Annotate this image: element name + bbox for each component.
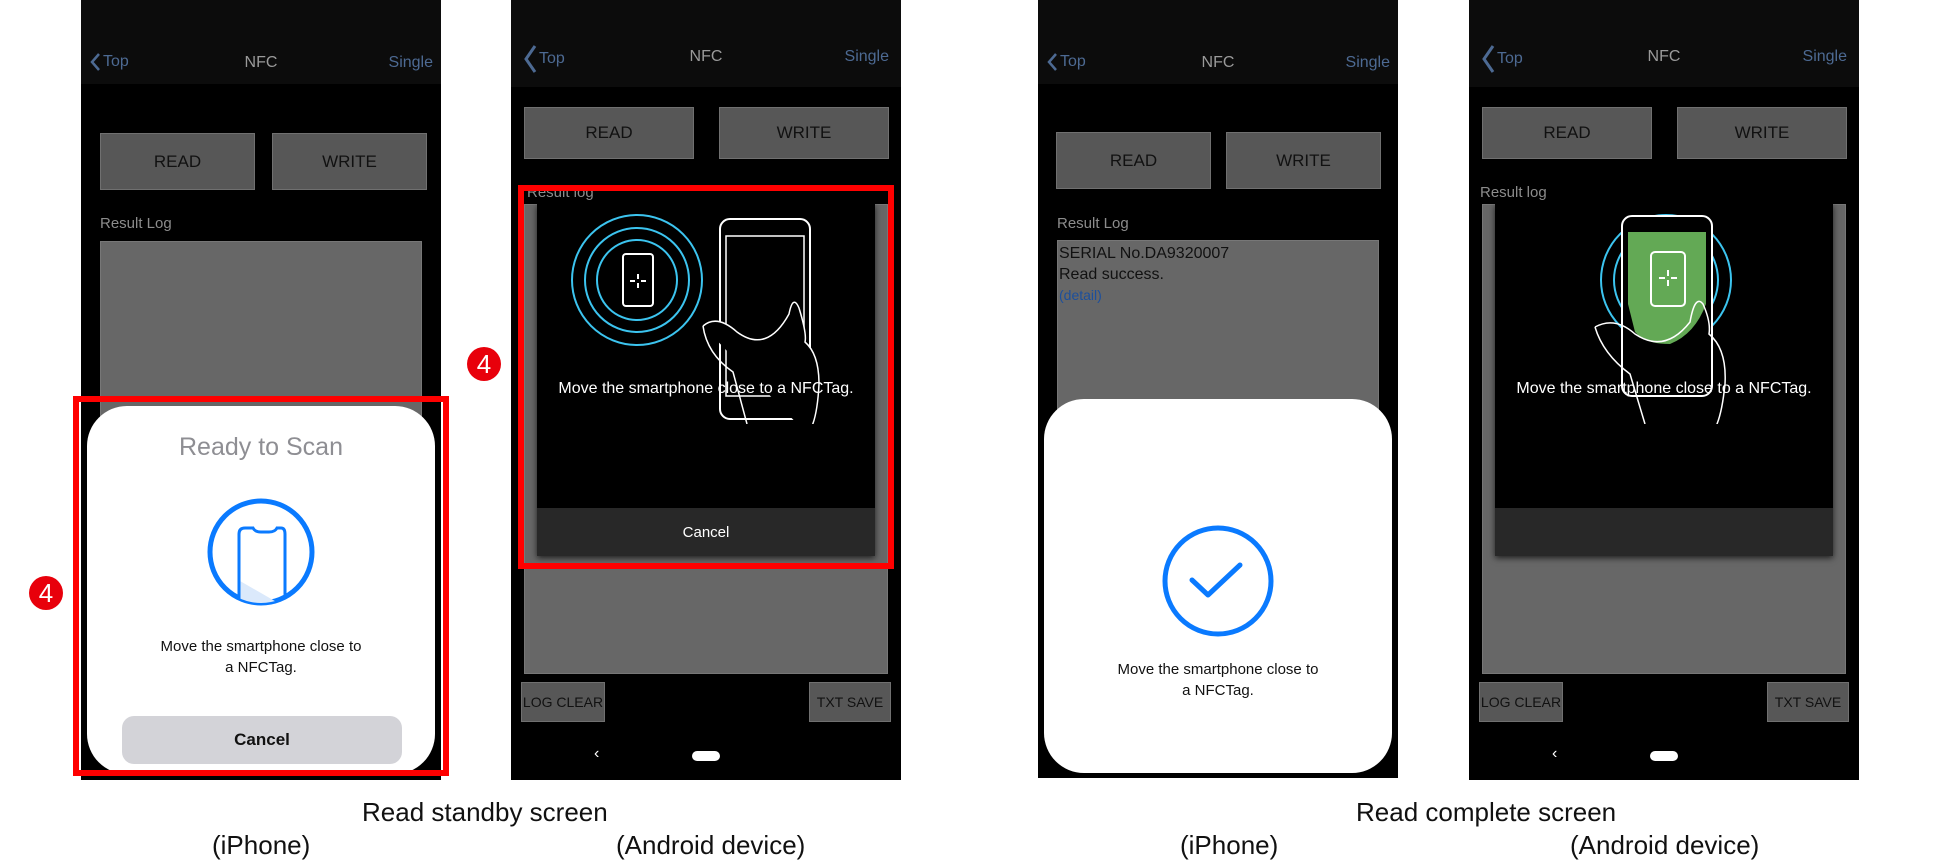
result-log-label: Result log [1480,184,1547,201]
dialog-message: Move the smartphone close to a NFCTag. [1516,380,1812,397]
mode-button[interactable]: Single [389,54,433,72]
message-line: a NFCTag. [1182,682,1254,699]
page-title: NFC [689,48,723,65]
read-button[interactable]: READ [1056,132,1211,189]
caption-android: (Android device) [1570,830,1760,860]
log-line: Read success. [1059,266,1164,283]
log-content: SERIAL No.DA9320007 Read success. (detai… [1059,243,1229,306]
step-badge: 4 [29,576,63,610]
write-button[interactable]: WRITE [272,133,427,190]
read-button[interactable]: READ [524,107,694,159]
log-clear-button[interactable]: LOG CLEAR [1479,682,1563,722]
nfc-complete-sheet: Move the smartphone close to a NFCTag. [1044,399,1392,773]
read-button[interactable]: READ [100,133,255,190]
nav-back-icon[interactable]: ‹ [1552,745,1557,763]
detail-link[interactable]: (detail) [1059,285,1229,306]
nav-header: Top NFC Single [511,0,901,87]
dialog-button-bar [1495,508,1833,556]
highlight-frame [518,185,894,569]
log-clear-button[interactable]: LOG CLEAR [521,682,605,722]
result-log-label: Result Log [1057,215,1129,232]
nav-home-icon[interactable] [692,751,720,761]
mode-button[interactable]: Single [845,48,889,66]
mode-button[interactable]: Single [1346,54,1390,72]
write-button[interactable]: WRITE [1226,132,1381,189]
android-complete-screen: Top NFC Single READ WRITE Result log Mov… [1469,0,1859,780]
message-line: Move the smartphone close to [1117,661,1319,678]
log-line: SERIAL No.DA9320007 [1059,245,1230,262]
page-title: NFC [1647,48,1681,65]
highlight-frame [73,396,449,776]
nav-header: Top NFC Single [81,0,441,84]
caption-complete: Read complete screen [1356,797,1617,827]
txt-save-button[interactable]: TXT SAVE [809,682,891,722]
nav-header: Top NFC Single [1469,0,1859,87]
txt-save-button[interactable]: TXT SAVE [1767,682,1849,722]
nav-home-icon[interactable] [1650,751,1678,761]
write-button[interactable]: WRITE [719,107,889,159]
write-button[interactable]: WRITE [1677,107,1847,159]
checkmark-circle-icon [1162,525,1274,637]
step-badge: 4 [467,347,501,381]
read-button[interactable]: READ [1482,107,1652,159]
iphone-complete-screen: Top NFC Single READ WRITE Result Log SER… [1038,0,1398,778]
caption-iphone: (iPhone) [1180,830,1279,860]
nav-back-icon[interactable]: ‹ [594,745,599,763]
sheet-message: Move the smartphone close to a NFCTag. [1044,659,1392,701]
page-title: NFC [1201,54,1235,71]
page-title: NFC [244,54,278,71]
nfc-success-dialog: Move the smartphone close to a NFCTag. [1495,204,1833,556]
caption-standby: Read standby screen [362,797,608,827]
caption-iphone: (iPhone) [212,830,311,860]
mode-button[interactable]: Single [1803,48,1847,66]
nav-header: Top NFC Single [1038,0,1398,84]
result-log-label: Result Log [100,215,172,232]
caption-android: (Android device) [616,830,806,860]
